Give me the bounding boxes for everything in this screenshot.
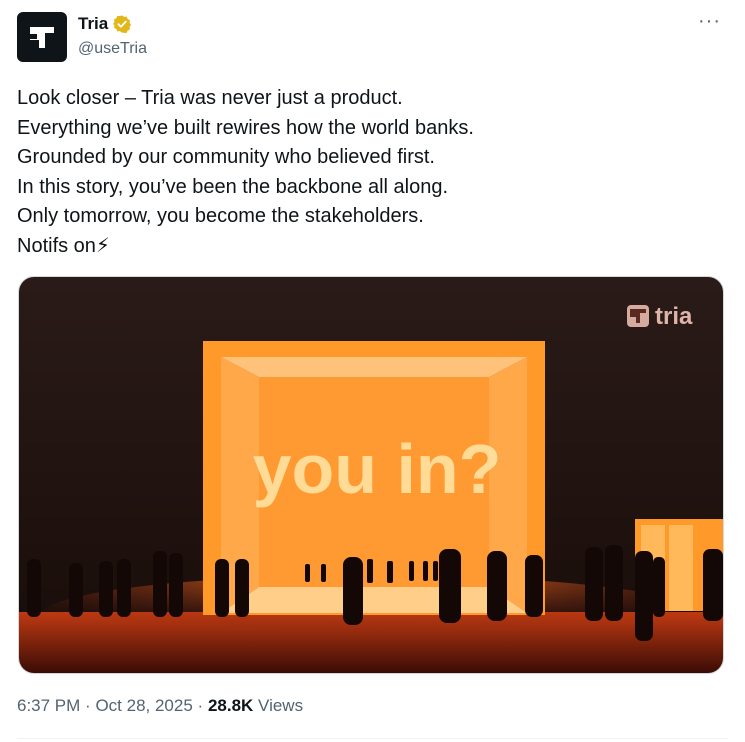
tweet-line: Only tomorrow, you become the stakeholde… [17,205,424,228]
tweet-date[interactable]: Oct 28, 2025 [95,696,192,715]
divider [17,738,728,739]
more-dots-icon[interactable]: ··· [698,10,721,33]
author-handle[interactable]: @useTria [78,40,147,58]
tweet-line: Notifs on⚡ [17,234,110,257]
avatar[interactable] [17,12,67,62]
tweet-time[interactable]: 6:37 PM [17,696,80,715]
tweet-media-image[interactable]: you in? tria [18,276,724,674]
tweet-meta: 6:37 PM · Oct 28, 2025 · 28.8K Views [17,696,303,716]
views-label: Views [258,696,304,715]
meta-separator: · [85,696,91,715]
views-count: 28.8K [207,696,254,715]
media-illustration: you in? tria [19,277,723,673]
author-name-row: Tria [78,14,132,34]
meta-separator: · [197,696,204,715]
tweet-line: Everything we’ve built rewires how the w… [17,116,474,139]
tria-logo-icon [30,27,54,48]
media-overlay-text: you in? [253,430,502,508]
tweet-line: Look closer – Tria was never just a prod… [17,87,403,109]
tweet-line: In this story, you’ve been the backbone … [17,175,449,198]
tweet-line: Grounded by our community who believed f… [17,146,435,169]
gold-verified-badge-icon[interactable] [112,14,132,34]
author-display-name[interactable]: Tria [78,14,108,34]
tweet-text: Look closer – Tria was never just a prod… [17,84,717,262]
tria-watermark: tria [627,303,693,330]
tria-watermark-text: tria [655,303,693,330]
